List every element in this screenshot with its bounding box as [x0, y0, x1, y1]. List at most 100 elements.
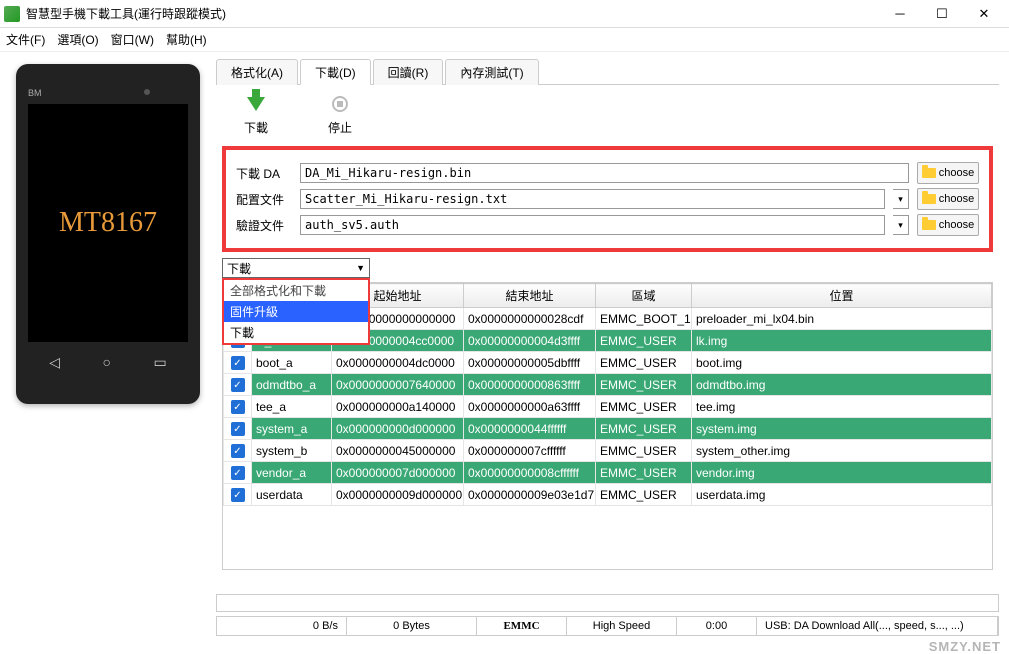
table-row[interactable]: ✓system_b0x00000000450000000x000000007cf…: [224, 440, 992, 462]
header-region[interactable]: 區域: [596, 284, 692, 308]
row-checkbox[interactable]: ✓: [224, 462, 252, 484]
phone-sensor-icon: [144, 89, 150, 95]
status-bar: 0 B/s 0 Bytes EMMC High Speed 0:00 USB: …: [216, 616, 999, 636]
status-bytes: 0 Bytes: [347, 617, 477, 635]
status-usb: USB: DA Download All(..., speed, s..., .…: [757, 617, 998, 635]
menu-help[interactable]: 幫助(H): [166, 31, 207, 48]
auth-dropdown-icon[interactable]: ▾: [893, 215, 909, 235]
row-region: EMMC_USER: [596, 374, 692, 396]
nav-recent-icon: ▭: [154, 354, 167, 371]
folder-icon: [922, 220, 936, 230]
row-location: preloader_mi_lx04.bin: [692, 308, 992, 330]
row-start: 0x0000000009d000000: [332, 484, 464, 506]
menu-window[interactable]: 窗口(W): [111, 31, 154, 48]
scatter-input[interactable]: [300, 189, 885, 209]
window-title: 智慧型手機下載工具(運行時跟蹤模式): [26, 5, 879, 22]
table-row[interactable]: ✓tee_a0x000000000a1400000x0000000000a63f…: [224, 396, 992, 418]
row-name: boot_a: [252, 352, 332, 374]
tab-download[interactable]: 下載(D): [300, 59, 371, 85]
header-end[interactable]: 結束地址: [464, 284, 596, 308]
table-row[interactable]: ✓userdata0x0000000009d0000000x0000000009…: [224, 484, 992, 506]
row-location: userdata.img: [692, 484, 992, 506]
tab-format[interactable]: 格式化(A): [216, 59, 298, 85]
chevron-down-icon: ▼: [356, 263, 365, 273]
nav-back-icon: ◁: [49, 354, 60, 371]
scatter-label: 配置文件: [236, 191, 292, 208]
tab-bar: 格式化(A) 下載(D) 回讀(R) 內存測試(T): [216, 58, 999, 85]
row-name: odmdtbo_a: [252, 374, 332, 396]
row-region: EMMC_BOOT_1: [596, 308, 692, 330]
title-bar: 智慧型手機下載工具(運行時跟蹤模式) ─ ☐ ✕: [0, 0, 1009, 28]
row-checkbox[interactable]: ✓: [224, 374, 252, 396]
app-icon: [4, 6, 20, 22]
nav-home-icon: ○: [103, 354, 111, 371]
mode-option-download[interactable]: 下載: [224, 322, 368, 343]
row-start: 0x000000000d000000: [332, 418, 464, 440]
mode-dropdown-popup: 全部格式化和下載 固件升級 下載: [222, 278, 370, 345]
menu-bar: 文件(F) 選項(O) 窗口(W) 幫助(H): [0, 28, 1009, 52]
status-time: 0:00: [677, 617, 757, 635]
scatter-dropdown-icon[interactable]: ▾: [893, 189, 909, 209]
row-region: EMMC_USER: [596, 440, 692, 462]
download-button[interactable]: 下載: [244, 93, 268, 136]
table-row[interactable]: ✓odmdtbo_a0x00000000076400000x0000000000…: [224, 374, 992, 396]
table-row[interactable]: ✓boot_a0x0000000004dc00000x00000000005db…: [224, 352, 992, 374]
row-region: EMMC_USER: [596, 484, 692, 506]
row-checkbox[interactable]: ✓: [224, 418, 252, 440]
mode-option-format-all[interactable]: 全部格式化和下載: [224, 280, 368, 301]
row-end: 0x000000007cffffff: [464, 440, 596, 462]
row-end: 0x00000000004d3ffff: [464, 330, 596, 352]
row-start: 0x0000000004dc0000: [332, 352, 464, 374]
status-speed: 0 B/s: [217, 617, 347, 635]
tab-readback[interactable]: 回讀(R): [373, 59, 444, 85]
table-row[interactable]: ✓system_a0x000000000d0000000x0000000044f…: [224, 418, 992, 440]
scatter-choose-button[interactable]: choose: [917, 188, 979, 210]
minimize-button[interactable]: ─: [879, 0, 921, 28]
row-location: system_other.img: [692, 440, 992, 462]
folder-icon: [922, 194, 936, 204]
row-location: tee.img: [692, 396, 992, 418]
header-location[interactable]: 位置: [692, 284, 992, 308]
row-region: EMMC_USER: [596, 352, 692, 374]
mode-option-firmware-upgrade[interactable]: 固件升級: [224, 301, 368, 322]
row-checkbox[interactable]: ✓: [224, 440, 252, 462]
row-location: system.img: [692, 418, 992, 440]
download-button-label: 下載: [244, 119, 268, 136]
da-choose-button[interactable]: choose: [917, 162, 979, 184]
auth-choose-button[interactable]: choose: [917, 214, 979, 236]
row-start: 0x000000007d000000: [332, 462, 464, 484]
mode-combobox[interactable]: 下載 ▼: [222, 258, 370, 278]
stop-button[interactable]: 停止: [328, 93, 352, 136]
row-location: vendor.img: [692, 462, 992, 484]
row-end: 0x0000000000028cdf: [464, 308, 596, 330]
mode-current: 下載: [227, 260, 251, 277]
download-arrow-icon: [245, 93, 267, 115]
menu-options[interactable]: 選項(O): [57, 31, 98, 48]
menu-file[interactable]: 文件(F): [6, 31, 45, 48]
folder-icon: [922, 168, 936, 178]
row-end: 0x0000000000863ffff: [464, 374, 596, 396]
row-location: boot.img: [692, 352, 992, 374]
close-button[interactable]: ✕: [963, 0, 1005, 28]
row-checkbox[interactable]: ✓: [224, 352, 252, 374]
da-input[interactable]: [300, 163, 909, 183]
toolbar: 下載 停止: [216, 85, 999, 144]
phone-mock: BM MT8167 ◁ ○ ▭: [16, 64, 200, 404]
row-name: userdata: [252, 484, 332, 506]
file-selection-group: 下載 DA choose 配置文件 ▾ choose 驗證文件 ▾ choose: [222, 146, 993, 252]
row-start: 0x000000000a140000: [332, 396, 464, 418]
row-name: vendor_a: [252, 462, 332, 484]
tab-memtest[interactable]: 內存測試(T): [445, 59, 538, 85]
auth-input[interactable]: [300, 215, 885, 235]
stop-button-label: 停止: [328, 119, 352, 136]
row-name: system_a: [252, 418, 332, 440]
table-row[interactable]: ✓vendor_a0x000000007d0000000x00000000008…: [224, 462, 992, 484]
maximize-button[interactable]: ☐: [921, 0, 963, 28]
row-name: system_b: [252, 440, 332, 462]
row-checkbox[interactable]: ✓: [224, 396, 252, 418]
row-end: 0x0000000044ffffff: [464, 418, 596, 440]
row-region: EMMC_USER: [596, 396, 692, 418]
row-checkbox[interactable]: ✓: [224, 484, 252, 506]
phone-screen: MT8167: [28, 104, 188, 342]
row-region: EMMC_USER: [596, 462, 692, 484]
